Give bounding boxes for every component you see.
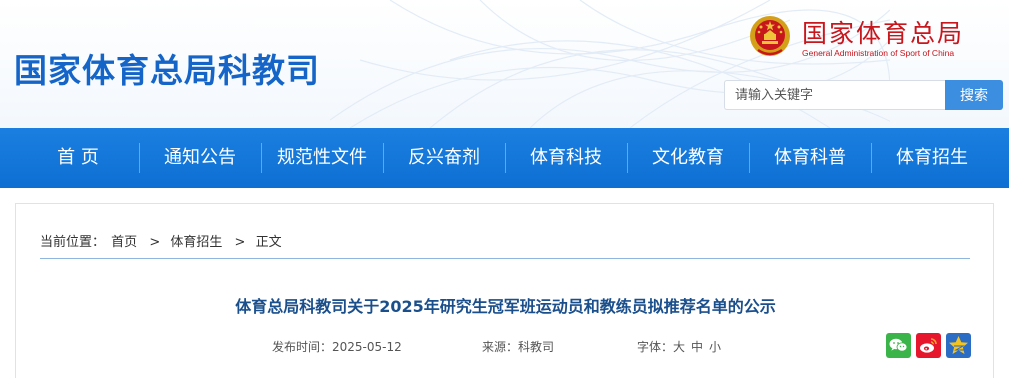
breadcrumb-separator: > [149, 235, 161, 250]
nav-item-anti-doping[interactable]: 反兴奋剂 [383, 128, 505, 188]
font-size-medium[interactable]: 中 [691, 340, 703, 354]
org-name-en: General Administration of Sport of China [802, 48, 955, 58]
publish-date: 发布时间：2025-05-12 [272, 338, 402, 355]
font-size-label: 字体： [637, 340, 674, 354]
font-size-selector: 字体：大中小 [637, 338, 721, 355]
main-nav: 首 页 通知公告 规范性文件 反兴奋剂 体育科技 文化教育 体育科普 体育招生 [0, 128, 1009, 188]
nav-item-home[interactable]: 首 页 [17, 128, 139, 188]
weibo-icon[interactable] [916, 333, 941, 358]
font-size-small[interactable]: 小 [709, 340, 721, 354]
breadcrumb-admissions[interactable]: 体育招生 [170, 235, 222, 250]
nav-item-popular-science[interactable]: 体育科普 [749, 128, 871, 188]
search-button[interactable]: 搜索 [945, 80, 1003, 110]
national-emblem-icon [750, 16, 790, 56]
breadcrumb: 当前位置： 首页 > 体育招生 > 正文 [40, 231, 284, 250]
org-name-cn: 国家体育总局 [802, 19, 965, 48]
nav-item-culture-education[interactable]: 文化教育 [627, 128, 749, 188]
breadcrumb-home[interactable]: 首页 [111, 235, 137, 250]
article-source: 来源：科教司 [482, 338, 554, 355]
nav-item-admissions[interactable]: 体育招生 [871, 128, 993, 188]
nav-item-sports-tech[interactable]: 体育科技 [505, 128, 627, 188]
breadcrumb-divider [40, 258, 970, 259]
qzone-icon[interactable] [946, 333, 971, 358]
nav-item-regulations[interactable]: 规范性文件 [261, 128, 383, 188]
source-value: 科教司 [518, 340, 555, 354]
breadcrumb-separator: > [234, 235, 246, 250]
site-header: 国家体育总局科教司 国家体育总局 General Administration … [0, 0, 1009, 128]
source-label: 来源： [482, 340, 519, 354]
article-title: 体育总局科教司关于2025年研究生冠军班运动员和教练员拟推荐名单的公示 [235, 297, 776, 316]
nav-item-notices[interactable]: 通知公告 [139, 128, 261, 188]
wechat-icon[interactable] [886, 333, 911, 358]
publish-date-value: 2025-05-12 [332, 340, 402, 354]
breadcrumb-prefix: 当前位置： [40, 235, 106, 250]
publish-date-label: 发布时间： [272, 340, 333, 354]
site-title[interactable]: 国家体育总局科教司 [14, 44, 320, 92]
breadcrumb-current: 正文 [255, 235, 282, 250]
article-panel: 当前位置： 首页 > 体育招生 > 正文 体育总局科教司关于2025年研究生冠军… [15, 203, 994, 378]
search-input[interactable] [724, 80, 946, 110]
font-size-large[interactable]: 大 [673, 340, 685, 354]
